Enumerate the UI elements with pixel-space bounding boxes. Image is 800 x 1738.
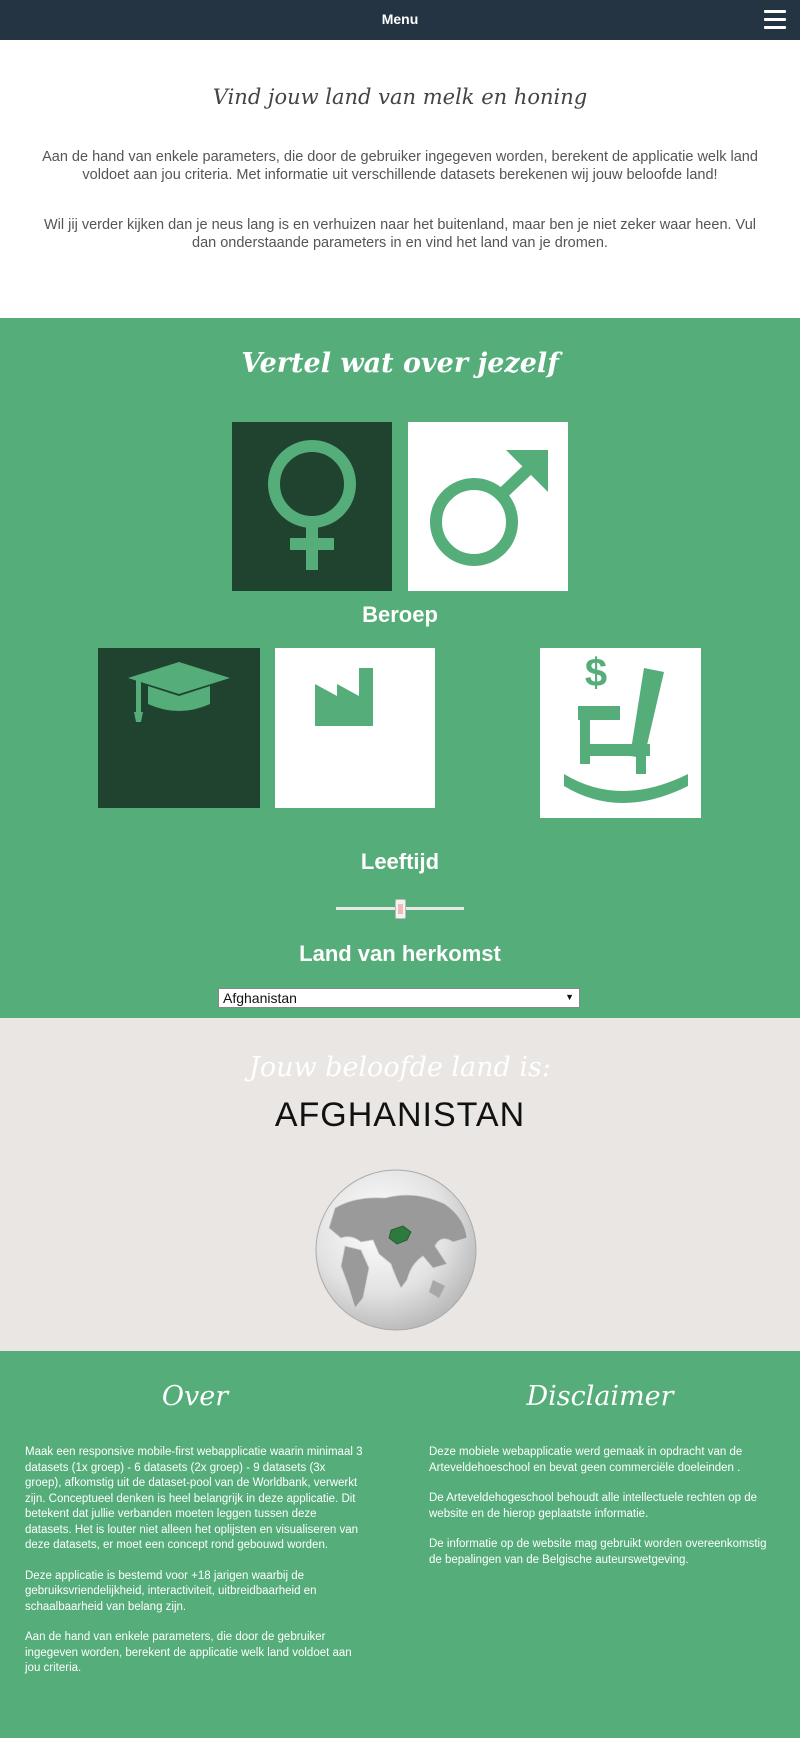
factory-icon	[315, 668, 373, 726]
result-title: Jouw beloofde land is:	[249, 1052, 551, 1083]
origin-country-value: Afghanistan	[223, 990, 297, 1006]
rocking-chair-dollar-icon: $	[564, 651, 688, 803]
globe-map-icon	[315, 1169, 477, 1331]
over-text: Maak een responsive mobile-first webappl…	[25, 1445, 365, 1692]
profession-label: Beroep	[362, 602, 438, 627]
form-title: Vertel wat over jezelf	[241, 348, 559, 379]
origin-country-select[interactable]: Afghanistan ▼	[218, 988, 580, 1008]
gender-male-option[interactable]	[408, 422, 568, 591]
intro-paragraph-2: Wil jij verder kijken dan je neus lang i…	[44, 217, 756, 251]
disclaimer-text: Deze mobiele webapplicatie werd gemaak i…	[429, 1445, 774, 1583]
profession-worker-option[interactable]	[275, 648, 435, 808]
disclaimer-paragraph: De informatie op de website mag gebruikt…	[429, 1538, 767, 1566]
result-section: Jouw beloofde land is: AFGHANISTAN	[0, 1018, 800, 1351]
disclaimer-title: Disclaimer	[526, 1381, 674, 1412]
svg-text:$: $	[585, 651, 607, 695]
age-label: Leeftijd	[360, 849, 440, 874]
hamburger-menu-icon[interactable]	[764, 10, 786, 29]
over-paragraph: Aan de hand van enkele parameters, die d…	[25, 1631, 352, 1674]
over-paragraph: Maak een responsive mobile-first webappl…	[25, 1446, 363, 1551]
profession-student-option[interactable]	[98, 648, 260, 808]
disclaimer-paragraph: Deze mobiele webapplicatie werd gemaak i…	[429, 1446, 743, 1474]
intro-section: Vind jouw land van melk en honing Aan de…	[0, 40, 800, 318]
disclaimer-paragraph: De Arteveldehogeschool behoudt alle inte…	[429, 1492, 757, 1520]
age-slider-thumb[interactable]	[394, 899, 406, 919]
profile-form-section: Vertel wat over jezelf Beroep $ Leeftijd…	[0, 318, 800, 1018]
intro-paragraph-1: Aan de hand van enkele parameters, die d…	[42, 149, 758, 183]
age-slider[interactable]	[336, 899, 464, 919]
dropdown-arrow-icon: ▼	[565, 992, 574, 1002]
over-paragraph: Deze applicatie is bestemd voor +18 jari…	[25, 1569, 317, 1613]
intro-title: Vind jouw land van melk en honing	[212, 85, 588, 109]
footer-section: Over Maak een responsive mobile-first we…	[0, 1351, 800, 1738]
gender-female-option[interactable]	[232, 422, 392, 591]
profession-retired-option[interactable]: $	[540, 648, 701, 818]
top-navbar: Menu	[0, 0, 800, 40]
result-country: AFGHANISTAN	[274, 1096, 526, 1134]
menu-label[interactable]: Menu	[0, 11, 800, 27]
graduation-cap-icon	[128, 662, 230, 722]
female-icon	[268, 440, 356, 570]
male-icon	[430, 450, 548, 566]
over-title: Over	[161, 1381, 229, 1412]
origin-label: Land van herkomst	[299, 941, 501, 966]
